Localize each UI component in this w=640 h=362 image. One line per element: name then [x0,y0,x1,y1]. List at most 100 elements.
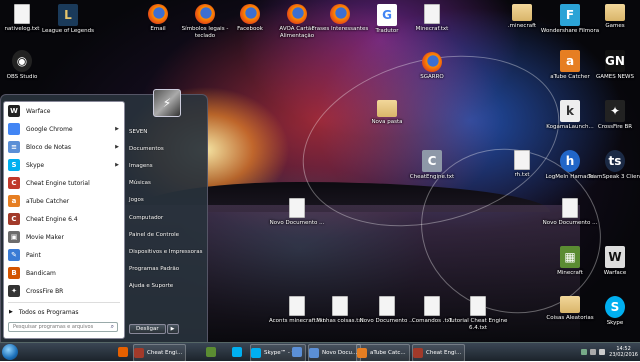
folder-icon [377,100,397,117]
start-menu-item[interactable]: ▣ Movie Maker [4,228,124,246]
minecraft-icon [206,347,216,357]
tray-icon[interactable] [581,349,588,355]
desktop-icon-games[interactable]: Games [583,4,640,30]
start-menu-place[interactable]: Imagens [125,157,205,174]
taskbar-button[interactable] [292,344,305,360]
start-menu-item[interactable]: B Bandicam [4,264,124,282]
taskbar-button-label: Cheat Engi... [426,350,462,356]
shutdown-options-button[interactable]: ▶ [166,324,179,334]
desktop-icon-label: Tutorial Cheat Engine 6.4.txt [448,318,508,331]
desktop-icon-gamesnews[interactable]: GN GAMES NEWS [583,50,640,81]
desktop-icon-cheatenginetxt[interactable]: C CheatEngine.txt [400,150,464,181]
shutdown-button[interactable]: Desligar [129,324,166,334]
start-menu: ⚡ W Warface Google Chrome ▶ ≡ Bloco de Notas ▶… [0,89,208,342]
crossfire-icon: ✦ [8,285,20,297]
skype-icon [251,348,261,358]
start-menu-place[interactable]: SEVEN [125,123,205,140]
start-menu-item-label: Warface [26,107,51,115]
desktop-icon-warface[interactable]: W Warface [583,246,640,277]
start-menu-item[interactable]: W Warface [4,102,124,120]
desktop-icon-novodoc2[interactable]: Novo Documento ... [538,198,602,227]
clock[interactable]: 14:52 23/02/2016 [609,346,638,358]
desktop-icon-obs[interactable]: ◉ OBS Studio [0,50,54,81]
taskbar-button-label: Novo Docu... [322,350,358,356]
clock-date: 23/02/2016 [609,352,638,358]
filmora-icon: F [560,4,580,26]
folder-icon [512,4,532,21]
network-icon[interactable] [590,349,597,355]
start-menu-place[interactable]: Músicas [125,175,205,192]
start-menu-item[interactable]: a aTube Catcher [4,192,124,210]
search-icon: ⌕ [110,323,114,330]
movie-maker-icon: ▣ [8,231,20,243]
obs-icon: ◉ [12,50,32,72]
desktop-icon-label: OBS Studio [6,74,38,80]
start-menu-place[interactable]: Jogos [125,192,205,209]
taskbar-button[interactable]: Cheat Engi... [133,344,187,362]
start-button[interactable] [2,344,18,360]
desktop-icon-lol[interactable]: L League of Legends [36,4,100,35]
desktop-icon-label: nativelog.txt [4,26,40,32]
desktop-icon-novodoc1[interactable]: Novo Documento ... [265,198,329,227]
search-input[interactable]: Pesquisar programas e arquivos ⌕ [8,322,118,332]
start-menu-place[interactable]: Computador [125,209,205,226]
program-list: W Warface Google Chrome ▶ ≡ Bloco de Notas ▶ S S… [4,102,124,300]
submenu-arrow-icon: ▶ [115,144,119,150]
start-menu-item[interactable]: C Cheat Engine tutorial [4,174,124,192]
taskbar-button[interactable] [206,344,219,360]
start-menu-item-label: CrossFire BR [26,287,64,295]
skype-icon [232,347,242,357]
user-picture[interactable]: ⚡ [153,89,181,117]
skype-icon: S [8,159,20,171]
desktop-icon-sgarro[interactable]: SGARRO [400,52,464,81]
start-menu-item[interactable]: ✦ CrossFire BR [4,282,124,300]
lol-icon: L [58,4,78,26]
desktop-icon-minecrafttxt[interactable]: Minecraf.txt [400,4,464,33]
taskbar-button-label: aTube Catc... [370,350,406,356]
folder-icon [605,4,625,21]
start-menu-place[interactable]: Programas Padrão [125,261,205,278]
desktop-icon-label: CrossFire BR [597,124,633,130]
taskbar-button[interactable]: Cheat Engi... [412,344,466,362]
atube-catcher-icon: a [8,195,20,207]
start-menu-item[interactable]: C Cheat Engine 6.4 [4,210,124,228]
taskbar-button[interactable] [118,344,131,360]
taskbar-button[interactable]: Novo Docu... [308,344,362,362]
warface-icon: W [605,246,625,268]
taskbar-button[interactable]: aTube Catc... [356,344,410,362]
start-menu-item[interactable]: Google Chrome ▶ [4,120,124,138]
doc-icon [424,4,440,24]
taskbar-button-label: Cheat Engi... [147,350,183,356]
desktop-icon-label: Tradutor [375,28,399,34]
desktop-icon-tutorialcheat[interactable]: Tutorial Cheat Engine 6.4.txt [446,296,510,331]
desktop-icon-novapasta[interactable]: Nova pasta [355,100,419,126]
start-menu-programs-pane: W Warface Google Chrome ▶ ≡ Bloco de Notas ▶ S S… [3,101,125,339]
desktop-icon-label: .minecraft [507,23,537,29]
firefox-icon [240,4,260,24]
desktop-icon-skypedesk[interactable]: S Skype [583,296,640,327]
start-menu-item[interactable]: ≡ Bloco de Notas ▶ [4,138,124,156]
desktop-icon-label: Email [150,26,166,32]
start-menu-place[interactable]: Painel de Controle [125,226,205,243]
cheat-engine-icon: C [8,213,20,225]
taskbar-button[interactable] [232,344,245,360]
start-menu-place[interactable]: Dispositivos e Impressoras [125,243,205,260]
start-menu-item-label: aTube Catcher [26,197,70,205]
doc-icon [514,150,530,170]
atube-catcher-icon [357,348,367,358]
start-menu-place[interactable]: Ajuda e Suporte [125,278,205,295]
doc-icon [470,296,486,316]
desktop-icon-crossfire[interactable]: ✦ CrossFire BR [583,100,640,131]
desktop-icon-label: GAMES NEWS [595,74,634,80]
all-programs-button[interactable]: ▶ Todos os Programas [4,305,124,319]
desktop-icon-label: Nova pasta [371,119,403,125]
firefox-icon [330,4,350,24]
start-menu-place[interactable]: Documentos [125,140,205,157]
desktop-icon-teamspeak[interactable]: ts TeamSpeak 3 Client [583,150,640,181]
atube-icon: a [560,50,580,72]
start-menu-item[interactable]: ✎ Paint [4,246,124,264]
arrow-right-icon: ▶ [9,309,13,315]
system-tray: 14:52 23/02/2016 [578,344,638,360]
start-menu-item[interactable]: S Skype ▶ [4,156,124,174]
volume-icon[interactable] [599,349,606,355]
